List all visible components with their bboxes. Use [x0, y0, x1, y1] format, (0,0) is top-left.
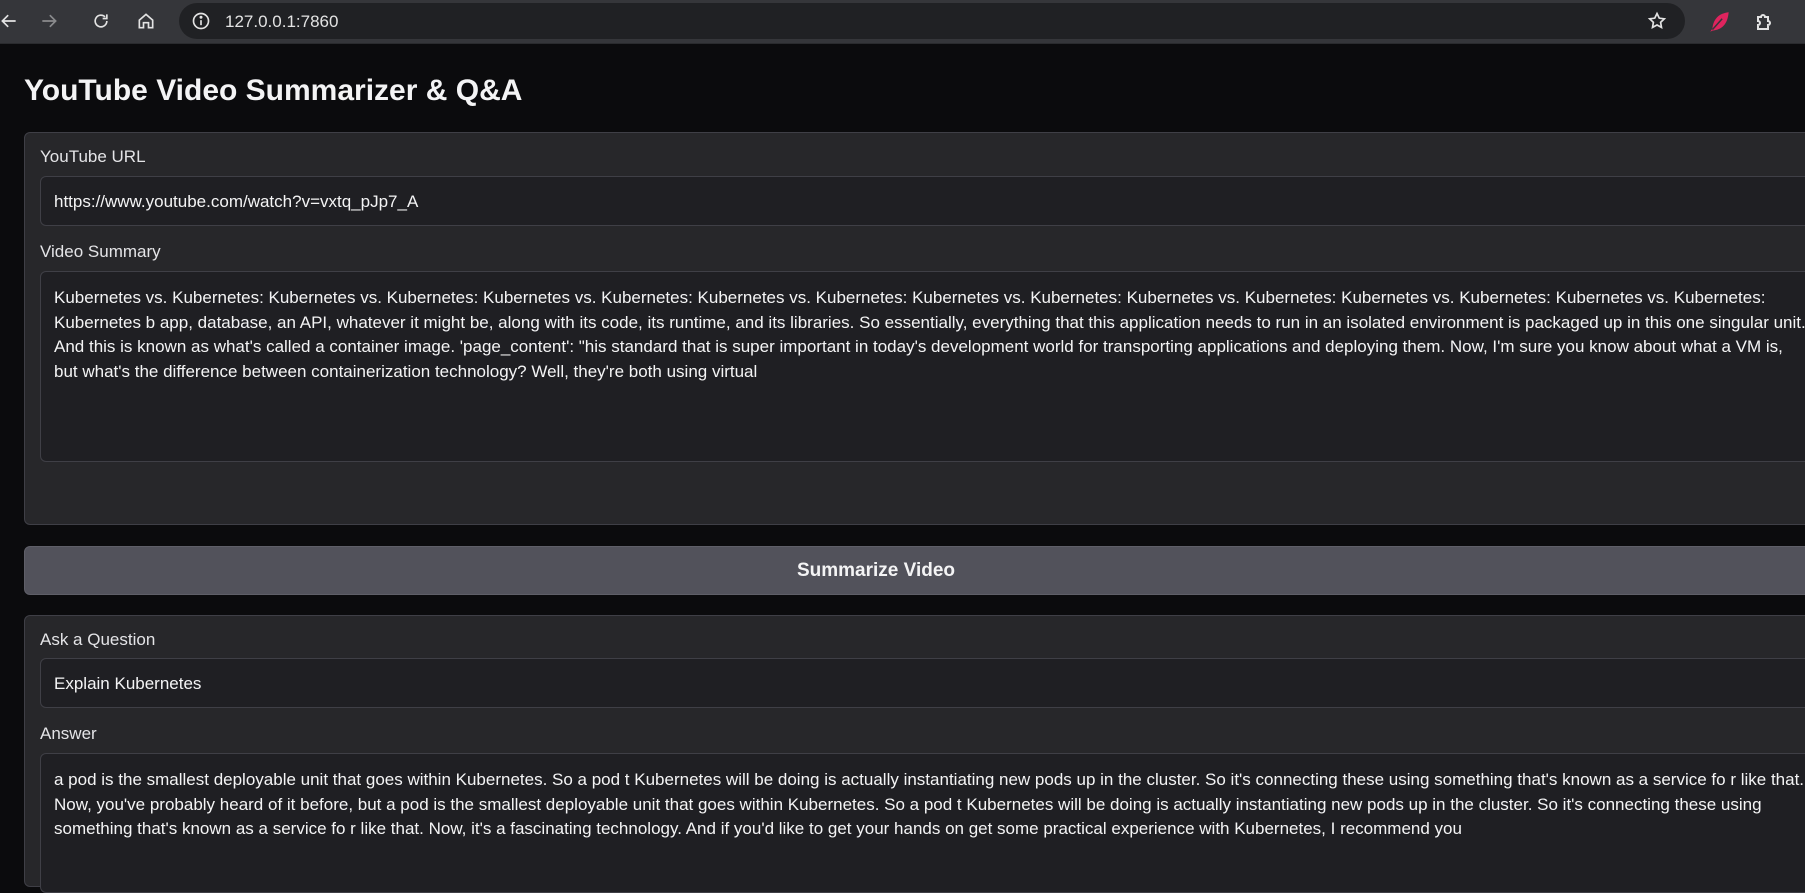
page-title: YouTube Video Summarizer & Q&A — [24, 74, 523, 107]
summary-field-label: Video Summary — [40, 242, 161, 261]
reload-icon[interactable] — [88, 8, 114, 34]
home-icon[interactable] — [133, 8, 159, 34]
app-container: YouTube Video Summarizer & Q&A YouTube U… — [0, 44, 1805, 893]
video-summary-textarea[interactable]: Kubernetes vs. Kubernetes: Kubernetes vs… — [40, 271, 1805, 462]
browser-toolbar: 127.0.0.1:7860 — [0, 0, 1805, 44]
summarize-video-button[interactable]: Summarize Video — [24, 546, 1805, 595]
feather-icon[interactable] — [1707, 9, 1733, 35]
question-input[interactable]: Explain Kubernetes — [40, 658, 1805, 708]
puzzle-icon[interactable] — [1753, 9, 1777, 33]
answer-field-label: Answer — [40, 724, 97, 743]
back-arrow-icon[interactable] — [0, 8, 22, 34]
address-bar-url[interactable]: 127.0.0.1:7860 — [225, 12, 338, 32]
summarize-video-button-label: Summarize Video — [796, 559, 956, 581]
address-bar[interactable]: 127.0.0.1:7860 — [179, 3, 1685, 39]
summary-panel: YouTube URL https://www.youtube.com/watc… — [24, 132, 1805, 525]
answer-textarea[interactable]: a pod is the smallest deployable unit th… — [40, 753, 1805, 893]
url-field-label: YouTube URL — [40, 147, 146, 166]
forward-arrow-icon[interactable] — [36, 8, 62, 34]
qa-panel: Ask a Question Explain Kubernetes Answer… — [24, 615, 1805, 893]
question-field-label: Ask a Question — [40, 630, 156, 649]
info-icon[interactable] — [191, 11, 211, 31]
star-icon[interactable] — [1647, 11, 1667, 31]
youtube-url-input[interactable]: https://www.youtube.com/watch?v=vxtq_pJp… — [40, 176, 1805, 226]
